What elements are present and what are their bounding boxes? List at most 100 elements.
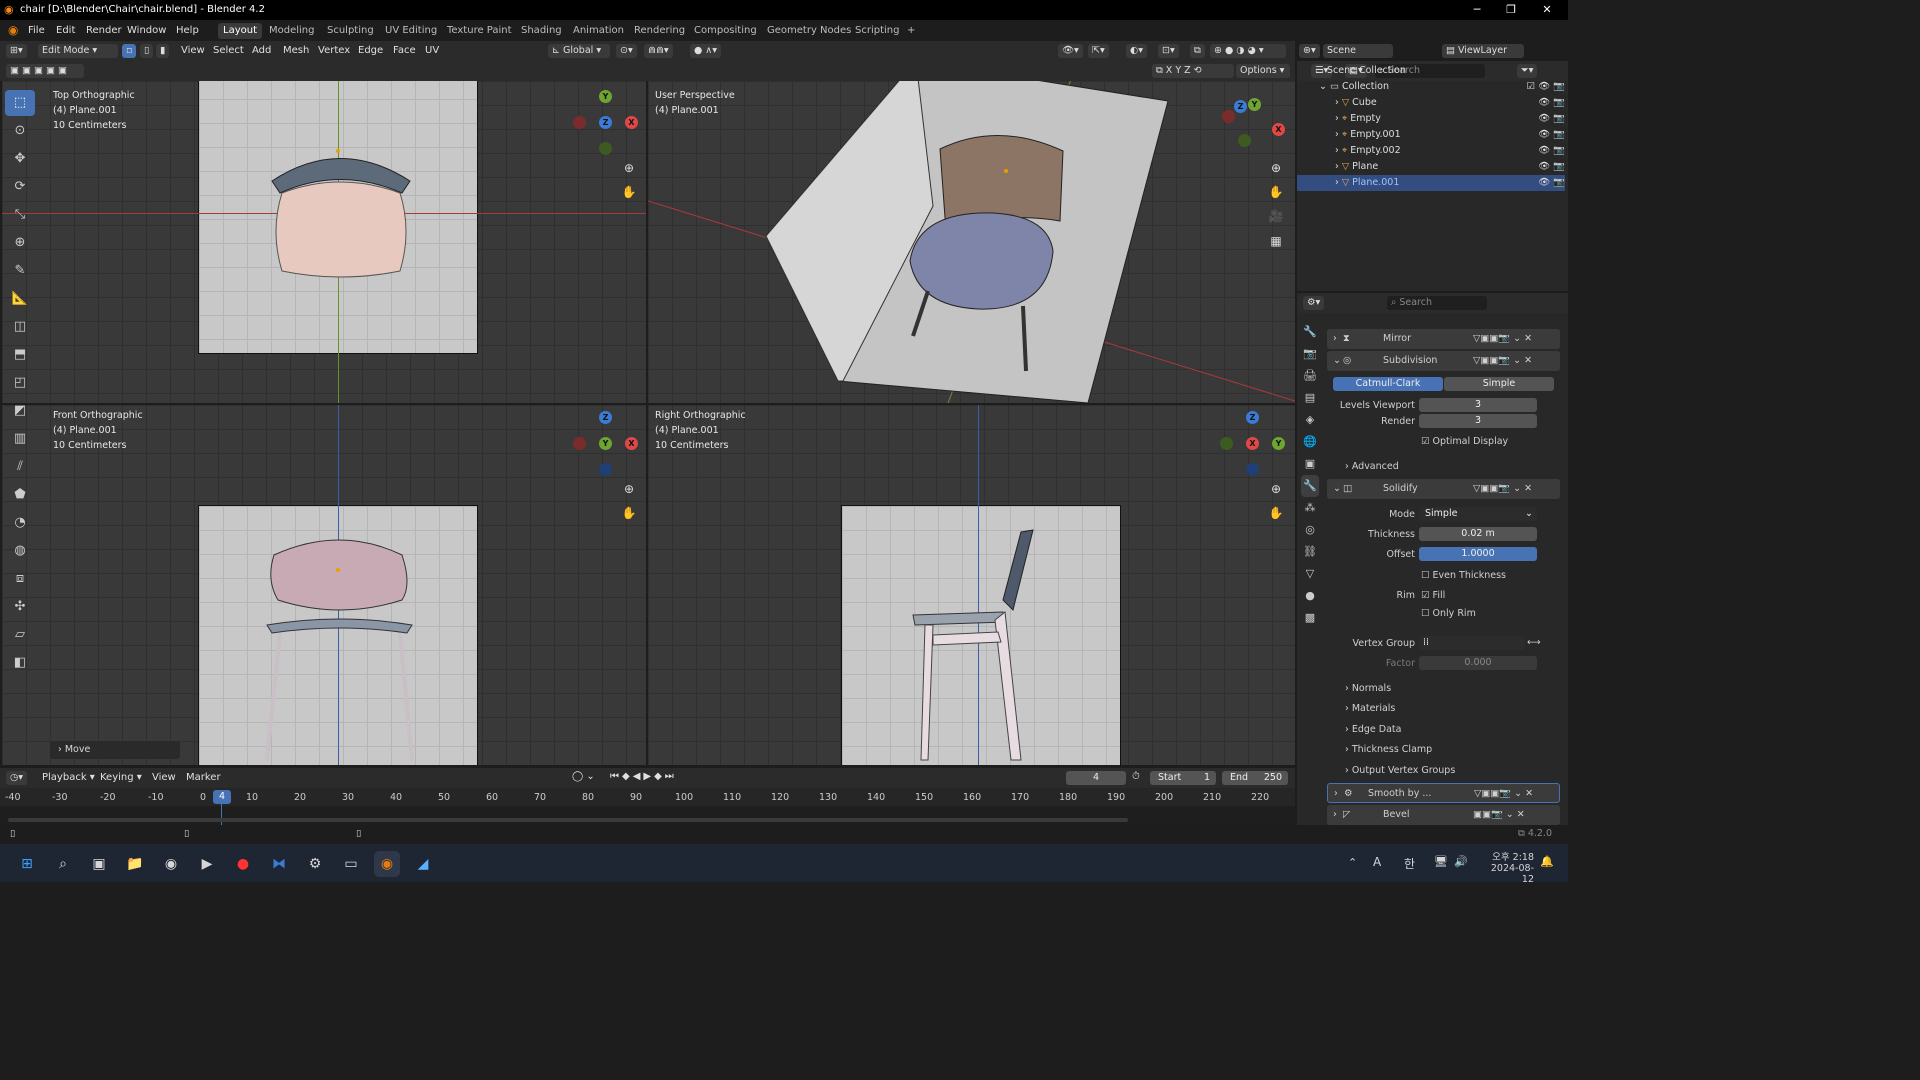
modifier-smooth[interactable]: › ⚙ Smooth by ... ▽▣▣📷 ⌄ ✕ bbox=[1327, 783, 1560, 803]
material-tab-icon[interactable]: ● bbox=[1301, 585, 1319, 607]
expand-icon[interactable]: › bbox=[1333, 809, 1337, 820]
tree-row-collection[interactable]: ⌄ ▭ Collection ☑ 👁 📷 bbox=[1319, 79, 1565, 95]
scale-tool-icon[interactable]: ⤡ bbox=[5, 202, 35, 228]
face-select-icon[interactable]: ▮ bbox=[156, 44, 170, 58]
tab-scripting[interactable]: Scripting bbox=[850, 23, 904, 39]
task-view-icon[interactable]: ▣ bbox=[86, 851, 112, 877]
maximize-button[interactable]: ❐ bbox=[1494, 0, 1528, 20]
menu-vertex[interactable]: Vertex bbox=[318, 45, 350, 56]
shading-modes[interactable]: ⊕ ● ◑ ◕ ▾ bbox=[1210, 44, 1286, 58]
scene-tab-icon[interactable]: ◈ bbox=[1301, 409, 1319, 431]
even-thickness-checkbox[interactable]: ☐ Even Thickness bbox=[1421, 570, 1506, 581]
pan-hand-icon[interactable]: ✋ bbox=[1266, 182, 1286, 202]
constraints-tab-icon[interactable]: ⛓ bbox=[1301, 541, 1319, 563]
modifier-bevel[interactable]: › ◸ Bevel ▣▣📷 ⌄ ✕ bbox=[1327, 805, 1560, 825]
modifier-toggle-icons[interactable]: ▽▣▣📷 ⌄ ✕ bbox=[1474, 788, 1533, 799]
collapse-icon[interactable]: ⌄ bbox=[1333, 483, 1341, 494]
smooth-tool-icon[interactable]: ◍ bbox=[5, 538, 35, 564]
mode-dropdown[interactable]: Simple ⌄ bbox=[1419, 507, 1537, 521]
menu-mesh[interactable]: Mesh bbox=[283, 45, 309, 56]
gizmo-y-icon[interactable]: Y bbox=[1248, 98, 1261, 111]
edge-slide-tool-icon[interactable]: ⧈ bbox=[5, 566, 35, 592]
modifier-name[interactable]: Smooth by ... bbox=[1368, 788, 1431, 799]
tree-row-empty-001[interactable]: › ⌖ Empty.001 👁 📷 bbox=[1335, 127, 1565, 143]
grid-ortho-icon[interactable]: ▦ bbox=[1266, 231, 1286, 251]
loop-cut-tool-icon[interactable]: ▥ bbox=[5, 426, 35, 452]
catmull-clark-button[interactable]: Catmull-Clark bbox=[1333, 377, 1443, 391]
modifier-subdivision[interactable]: ⌄ ◎ Subdivision ▽▣▣📷 ⌄ ✕ bbox=[1327, 351, 1560, 371]
modifier-name[interactable]: Subdivision bbox=[1383, 355, 1437, 366]
inset-tool-icon[interactable]: ◰ bbox=[5, 370, 35, 396]
menu-add[interactable]: Add bbox=[252, 45, 271, 56]
tree-row-plane-001[interactable]: › ▽ Plane.001 👁 📷 bbox=[1297, 175, 1565, 191]
move-tool-icon[interactable]: ✥ bbox=[5, 146, 35, 172]
language-indicator[interactable]: 한 bbox=[1404, 855, 1415, 872]
visibility-icon[interactable]: 👁 📷 bbox=[1538, 159, 1565, 175]
visibility-icon[interactable]: 👁 📷 bbox=[1538, 143, 1565, 159]
editor-type-icon[interactable]: ⊞▾ bbox=[6, 44, 27, 58]
menu-playback[interactable]: Playback ▾ bbox=[42, 772, 95, 783]
playhead[interactable]: 4 bbox=[213, 790, 231, 804]
vertex-group-field[interactable]: ⁞⁞ bbox=[1419, 636, 1525, 650]
tab-shading[interactable]: Shading bbox=[516, 23, 567, 39]
optimal-display-checkbox[interactable]: ☑ Optimal Display bbox=[1421, 436, 1508, 447]
tab-sculpting[interactable]: Sculpting bbox=[322, 23, 379, 39]
network-icon[interactable]: 🖥 bbox=[1434, 855, 1448, 868]
ime-indicator[interactable]: A bbox=[1373, 855, 1381, 869]
visibility-icon[interactable]: 👁▾ bbox=[1058, 44, 1083, 58]
timeline-scrollbar[interactable] bbox=[8, 818, 1128, 822]
gizmo-neg-x-icon[interactable] bbox=[573, 116, 586, 129]
cursor-tool-icon[interactable]: ⊙ bbox=[5, 118, 35, 144]
visibility-icon[interactable]: 👁 📷 bbox=[1538, 111, 1565, 127]
menu-window[interactable]: Window bbox=[127, 25, 166, 36]
tab-texture-paint[interactable]: Texture Paint bbox=[442, 23, 517, 39]
volume-icon[interactable]: 🔊 bbox=[1454, 855, 1468, 868]
menu-file[interactable]: File bbox=[28, 25, 45, 36]
zoom-icon[interactable]: ⊕ bbox=[1266, 158, 1286, 178]
modifier-mirror[interactable]: › ⧗ Mirror ▽▣▣📷 ⌄ ✕ bbox=[1327, 329, 1560, 349]
measure-tool-icon[interactable]: 📐 bbox=[5, 286, 35, 312]
output-vertex-groups-section[interactable]: › Output Vertex Groups bbox=[1345, 765, 1455, 776]
camera-icon[interactable]: 🎥 bbox=[1266, 206, 1286, 226]
collapse-icon[interactable]: ⌄ bbox=[1333, 355, 1341, 366]
overlay-icon[interactable]: ◐▾ bbox=[1126, 44, 1148, 58]
visibility-icon[interactable]: ☑ 👁 📷 bbox=[1527, 79, 1565, 95]
annotate-tool-icon[interactable]: ✎ bbox=[5, 258, 35, 284]
add-workspace-button[interactable]: + bbox=[902, 23, 920, 39]
menu-select[interactable]: Select bbox=[213, 45, 244, 56]
end-frame-field[interactable]: End 250 bbox=[1222, 771, 1288, 785]
invert-icon[interactable]: ⟷ bbox=[1527, 637, 1541, 648]
viewport-perspective[interactable]: User Perspective (4) Plane.001 Z Y X ⊕ ✋… bbox=[648, 81, 1295, 403]
visibility-icon[interactable]: 👁 📷 bbox=[1538, 175, 1565, 191]
notification-bell-icon[interactable]: 🔔 bbox=[1540, 855, 1554, 868]
visibility-icon[interactable]: 👁 📷 bbox=[1538, 95, 1565, 111]
media-player-icon[interactable]: ▶ bbox=[194, 851, 220, 877]
view-layer-tab-icon[interactable]: ▤ bbox=[1301, 387, 1319, 409]
poly-build-tool-icon[interactable]: ⬟ bbox=[5, 482, 35, 508]
expand-icon[interactable]: › bbox=[1333, 333, 1337, 344]
gizmo-x-icon[interactable]: X bbox=[1272, 123, 1285, 136]
timeline-editor-icon[interactable]: ◷▾ bbox=[6, 771, 28, 785]
modifier-name[interactable]: Bevel bbox=[1383, 809, 1409, 820]
advanced-section[interactable]: › Advanced bbox=[1345, 461, 1399, 472]
last-operator-panel[interactable]: › Move bbox=[50, 741, 180, 759]
add-cube-tool-icon[interactable]: ◫ bbox=[5, 314, 35, 340]
clock[interactable]: 오후 2:18 2024-08-12 bbox=[1484, 849, 1534, 885]
menu-render[interactable]: Render bbox=[86, 25, 122, 36]
terminal-icon[interactable]: ▭ bbox=[338, 851, 364, 877]
viewport-right[interactable]: Right Orthographic (4) Plane.001 10 Cent… bbox=[648, 405, 1295, 765]
menu-marker[interactable]: Marker bbox=[186, 772, 221, 783]
pan-hand-icon[interactable]: ✋ bbox=[619, 182, 639, 202]
gizmo-z-icon[interactable]: Z bbox=[1246, 411, 1259, 424]
modifier-name[interactable]: Solidify bbox=[1383, 483, 1418, 494]
tree-row-empty[interactable]: › ⌖ Empty 👁 📷 bbox=[1335, 111, 1565, 127]
gizmo-x-icon[interactable]: X bbox=[1246, 437, 1259, 450]
tab-uv-editing[interactable]: UV Editing bbox=[380, 23, 442, 39]
materials-section[interactable]: › Materials bbox=[1345, 703, 1395, 714]
modifier-name[interactable]: Mirror bbox=[1383, 333, 1411, 344]
steam-icon[interactable]: ⚙ bbox=[302, 851, 328, 877]
shrink-fatten-tool-icon[interactable]: ✣ bbox=[5, 594, 35, 620]
blender-menu-icon[interactable]: ◉ bbox=[8, 23, 18, 37]
menu-timeline-view[interactable]: View bbox=[152, 772, 176, 783]
select-box-tool-icon[interactable]: ⬚ bbox=[5, 90, 35, 116]
